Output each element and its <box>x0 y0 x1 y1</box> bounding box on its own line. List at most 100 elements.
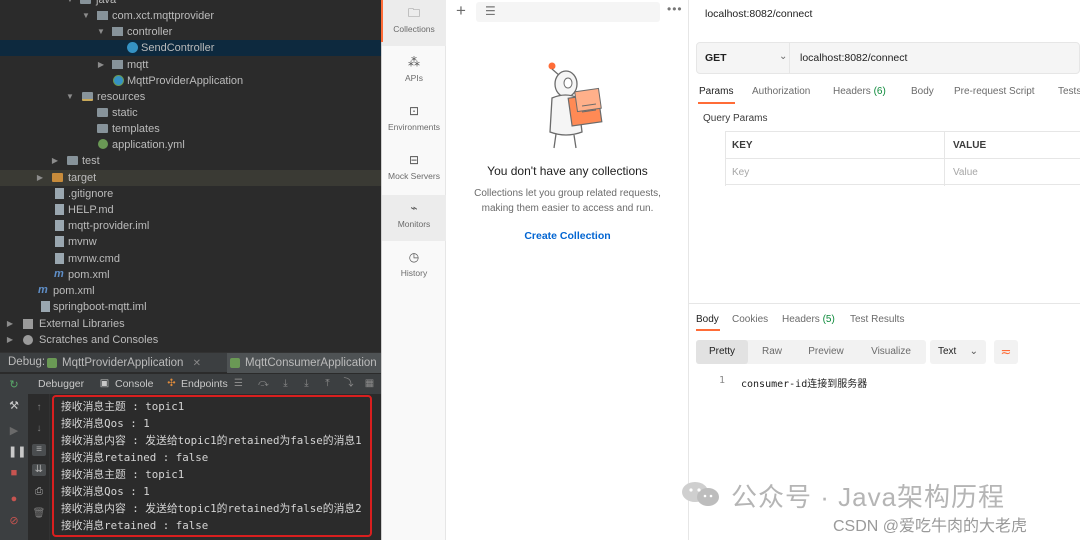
console-icon: ▣ <box>99 378 110 389</box>
tab-headers[interactable]: Headers (6) <box>833 86 886 97</box>
tree-item-mvnw[interactable]: mvnw <box>0 234 381 250</box>
more-icon[interactable]: ••• <box>667 2 683 16</box>
tab-authorization[interactable]: Authorization <box>752 86 810 97</box>
tree-item-java[interactable]: ▼ java <box>0 0 381 8</box>
run-tab-provider[interactable]: MqttProviderApplication ✕ <box>44 353 224 373</box>
tree-item-pom-provider[interactable]: m pom.xml <box>0 267 381 283</box>
empty-collections-illustration <box>548 62 603 149</box>
sidebar-item-collections[interactable]: 🗀 Collections <box>382 0 446 46</box>
format-visualize[interactable]: Visualize <box>856 340 926 364</box>
chevron-down-icon[interactable]: ▼ <box>66 0 74 8</box>
tree-item-package[interactable]: ▼ com.xct.mqttprovider <box>0 8 381 24</box>
tree-item-external-libraries[interactable]: ▶ External Libraries <box>0 316 381 332</box>
soft-wrap-icon[interactable]: ≡ <box>32 444 46 456</box>
rerun-icon[interactable]: ↻ <box>8 379 20 391</box>
tree-item-label: .gitignore <box>68 188 114 200</box>
chevron-down-icon[interactable]: ▼ <box>66 89 74 105</box>
tab-body[interactable]: Body <box>911 86 934 97</box>
sidebar-item-environments[interactable]: ⊡ Environments <box>382 98 446 144</box>
tree-item-mqtt[interactable]: ▶ mqtt <box>0 57 381 73</box>
stop-icon[interactable]: ■ <box>8 467 20 479</box>
tab-console[interactable]: Console <box>115 374 154 394</box>
tree-item-test[interactable]: ▶ test <box>0 153 381 169</box>
response-tab-headers[interactable]: Headers (5) <box>782 314 835 325</box>
key-input[interactable]: Key <box>732 167 749 178</box>
force-step-into-icon[interactable]: ⤓ <box>301 378 312 389</box>
close-icon[interactable]: ✕ <box>193 358 201 369</box>
chevron-right-icon[interactable]: ▶ <box>36 170 44 186</box>
tree-item-help-md[interactable]: HELP.md <box>0 202 381 218</box>
language-select[interactable]: Text ⌄ <box>930 340 986 364</box>
tree-item-static[interactable]: static <box>0 105 381 121</box>
tree-item-application[interactable]: MqttProviderApplication <box>0 73 381 89</box>
tree-item-mvnw-cmd[interactable]: mvnw.cmd <box>0 251 381 267</box>
format-pretty[interactable]: Pretty <box>696 340 748 364</box>
sidebar-item-label: History <box>400 268 428 278</box>
arrow-down-icon[interactable]: ↓ <box>32 423 46 435</box>
tree-item-target[interactable]: ▶ target <box>0 170 381 186</box>
chevron-down-icon[interactable]: ▼ <box>97 24 105 40</box>
sidebar-item-history[interactable]: ◷ History <box>382 244 446 290</box>
chevron-right-icon[interactable]: ▶ <box>97 57 105 73</box>
scroll-to-end-icon[interactable]: ⇊ <box>32 464 46 476</box>
spring-class-icon <box>113 75 124 86</box>
tree-item-sendcontroller[interactable]: SendController <box>0 40 381 56</box>
console-line: 接收消息主题 : topic1 <box>61 400 185 413</box>
tree-item-label: mvnw.cmd <box>68 253 120 265</box>
create-collection-link[interactable]: Create Collection <box>446 230 689 242</box>
format-raw[interactable]: Raw <box>748 340 796 364</box>
chevron-right-icon[interactable]: ▶ <box>6 316 14 332</box>
console-line: 接收消息内容 : 发送给topic1的retained为false的消息2 <box>61 502 362 515</box>
tab-params[interactable]: Params <box>699 86 733 97</box>
resources-folder-icon <box>82 92 93 101</box>
tree-item-templates[interactable]: templates <box>0 121 381 137</box>
tree-item-application-yml[interactable]: application.yml <box>0 137 381 153</box>
sidebar-item-apis[interactable]: ⁂ APIs <box>382 49 446 95</box>
evaluate-icon[interactable]: ▦ <box>364 378 375 389</box>
menu-icon[interactable]: ☰ <box>233 378 244 389</box>
tab-endpoints[interactable]: Endpoints <box>181 374 228 394</box>
clear-icon[interactable]: 🗑 <box>32 508 46 520</box>
value-input[interactable]: Value <box>953 167 978 178</box>
wrap-lines-icon[interactable]: ≂ <box>994 340 1018 364</box>
plus-icon[interactable]: + <box>456 2 466 20</box>
step-over-icon[interactable]: ⤼ <box>258 378 269 389</box>
chevron-right-icon[interactable]: ▶ <box>51 153 59 169</box>
tree-item-gitignore[interactable]: .gitignore <box>0 186 381 202</box>
sidebar-item-mock-servers[interactable]: ⊟ Mock Servers <box>382 147 446 193</box>
response-tab-cookies[interactable]: Cookies <box>732 314 768 325</box>
tab-tests[interactable]: Tests <box>1058 86 1080 97</box>
run-to-cursor-icon[interactable]: ⤵ <box>343 378 354 389</box>
tree-item-resources[interactable]: ▼ resources <box>0 89 381 105</box>
step-out-icon[interactable]: ⤒ <box>322 378 333 389</box>
filter-input[interactable]: ☰ <box>476 2 660 22</box>
pause-icon[interactable]: ❚❚ <box>8 446 26 458</box>
chevron-down-icon[interactable]: ⌄ <box>779 51 787 62</box>
tree-item-label: application.yml <box>112 139 185 151</box>
run-tab-consumer[interactable]: MqttConsumerApplication <box>227 353 381 373</box>
print-icon[interactable]: ⎙ <box>32 486 46 498</box>
response-tab-test-results[interactable]: Test Results <box>850 314 904 325</box>
resume-icon[interactable]: ▶ <box>8 425 20 437</box>
wrench-icon[interactable]: ⚒ <box>8 400 20 412</box>
tree-item-pom-root[interactable]: m pom.xml <box>0 283 381 299</box>
tab-pre-request-script[interactable]: Pre-request Script <box>954 86 1035 97</box>
mute-breakpoints-icon[interactable]: ⊘ <box>8 515 20 527</box>
tab-debugger[interactable]: Debugger <box>38 374 84 394</box>
chevron-down-icon[interactable]: ▼ <box>82 8 90 24</box>
folder-icon <box>97 108 108 117</box>
method-select[interactable]: GET <box>705 52 727 64</box>
sidebar-item-monitors[interactable]: ⌁ Monitors <box>382 195 446 241</box>
arrow-up-icon[interactable]: ↑ <box>32 402 46 414</box>
step-into-icon[interactable]: ⤓ <box>280 378 291 389</box>
console-line: 接收消息Qos : 1 <box>61 485 150 498</box>
format-preview[interactable]: Preview <box>796 340 856 364</box>
response-tab-body[interactable]: Body <box>696 314 719 325</box>
tree-item-controller[interactable]: ▼ controller <box>0 24 381 40</box>
url-input[interactable]: localhost:8082/connect <box>800 52 907 64</box>
chevron-right-icon[interactable]: ▶ <box>6 332 14 348</box>
tree-item-root-iml[interactable]: springboot-mqtt.iml <box>0 299 381 315</box>
breakpoints-icon[interactable]: ● <box>8 493 20 505</box>
tree-item-scratches[interactable]: ▶ Scratches and Consoles <box>0 332 381 348</box>
tree-item-provider-iml[interactable]: mqtt-provider.iml <box>0 218 381 234</box>
